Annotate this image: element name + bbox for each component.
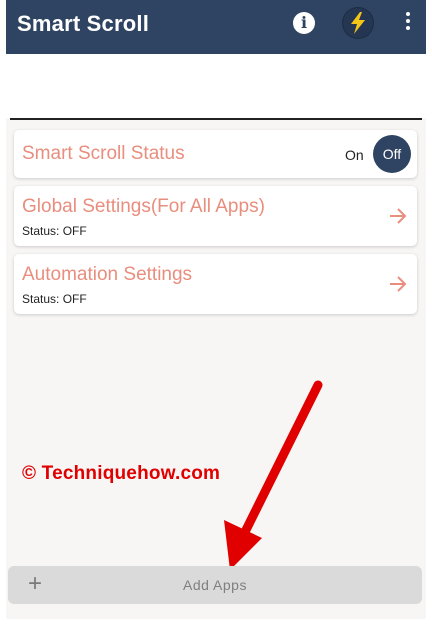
divider bbox=[10, 118, 422, 120]
global-settings-card[interactable]: Global Settings(For All Apps) Status: OF… bbox=[14, 186, 417, 246]
app-title: Smart Scroll bbox=[17, 11, 150, 36]
toggle-off-button[interactable]: Off bbox=[373, 135, 411, 173]
smart-scroll-status-title: Smart Scroll Status bbox=[22, 143, 185, 164]
global-settings-title: Global Settings(For All Apps) bbox=[22, 196, 265, 217]
smart-scroll-status-card: Smart Scroll Status On Off bbox=[14, 130, 417, 178]
arrow-right-icon[interactable] bbox=[388, 206, 408, 226]
toggle-on-label[interactable]: On bbox=[345, 147, 364, 163]
app-screen: Smart Scroll i Smart Scroll Status On Of… bbox=[0, 0, 432, 625]
app-bar: Smart Scroll i bbox=[6, 0, 426, 54]
header-blank-area bbox=[6, 54, 426, 118]
arrow-right-icon[interactable] bbox=[388, 274, 408, 294]
lightning-bolt-icon[interactable] bbox=[343, 8, 373, 38]
add-apps-bar[interactable]: + Add Apps bbox=[8, 566, 422, 604]
watermark-text: © Techniquehow.com bbox=[22, 463, 221, 484]
automation-settings-card[interactable]: Automation Settings Status: OFF bbox=[14, 254, 417, 314]
more-vert-icon[interactable] bbox=[398, 12, 418, 36]
global-settings-status: Status: OFF bbox=[22, 224, 87, 238]
add-apps-label[interactable]: Add Apps bbox=[8, 577, 422, 593]
info-icon[interactable]: i bbox=[293, 12, 315, 34]
automation-settings-title: Automation Settings bbox=[22, 264, 193, 285]
automation-settings-status: Status: OFF bbox=[22, 292, 87, 306]
